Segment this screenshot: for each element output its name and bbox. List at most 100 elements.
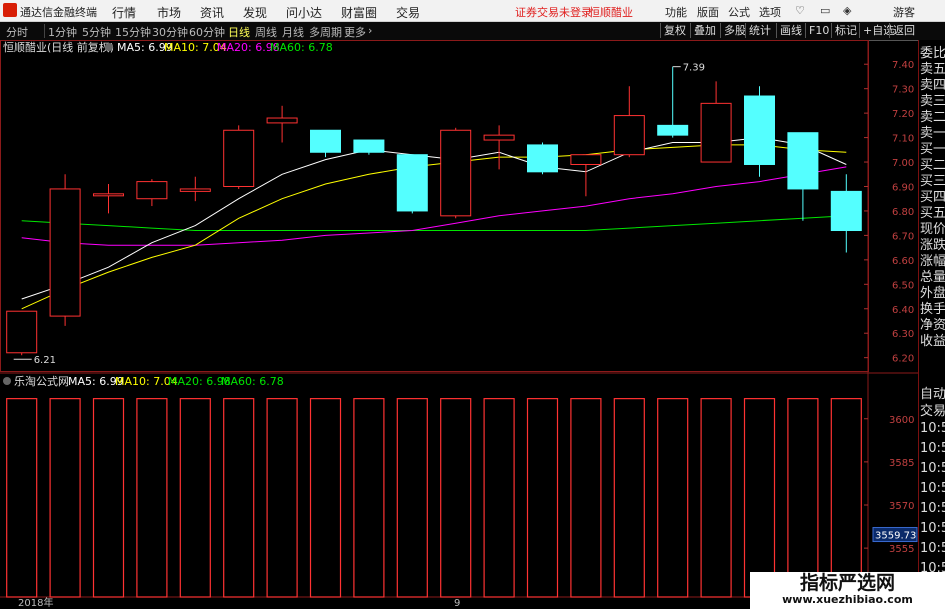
draw-button[interactable]: 画线 xyxy=(776,23,805,38)
menu-gongshi[interactable]: 公式 xyxy=(728,4,750,20)
watermark-url: www.xuezhibiao.com xyxy=(782,593,913,606)
menu-caifuquan[interactable]: 财富圈 xyxy=(341,4,377,21)
quote-label: 卖二 xyxy=(920,110,945,125)
candle-body-up xyxy=(136,181,168,200)
chart-area[interactable]: 7.40 7.30 7.20 7.10 7.00 6.90 6.80 6.70 6.60 6.50… xyxy=(0,40,918,609)
trade-time: 10:59 xyxy=(920,481,945,496)
candle-body-down xyxy=(396,154,428,212)
period-multi[interactable]: 多周期 xyxy=(309,24,342,40)
sub-y-tick-label: 3570 xyxy=(889,501,914,512)
window-icon[interactable]: ▭ xyxy=(820,4,830,17)
sub-ma60-value: MA60: 6.78 xyxy=(221,375,284,388)
period-fenshi[interactable]: 分时 xyxy=(6,24,28,40)
period-1min[interactable]: 1分钟 xyxy=(48,24,77,40)
y-tick-label: 6.80 xyxy=(892,207,914,218)
trade-time: 10:59 xyxy=(920,501,945,516)
candle-body-up xyxy=(223,129,255,187)
y-tick-label: 7.30 xyxy=(892,85,914,96)
period-15min[interactable]: 15分钟 xyxy=(115,24,151,40)
settings-dot-icon[interactable] xyxy=(3,377,11,385)
indicator-bar xyxy=(266,398,298,598)
menu-faxian[interactable]: 发现 xyxy=(243,4,267,21)
quote-label: 买二 xyxy=(920,158,945,173)
menu-wenxiaoda[interactable]: 问小达 xyxy=(286,4,322,21)
quote-label: 卖五 xyxy=(920,62,945,77)
ma20-line xyxy=(21,166,847,246)
indicator-bar xyxy=(700,398,732,598)
indicator-bar xyxy=(353,398,385,598)
trade-time: 10:59 xyxy=(920,461,945,476)
current-value-label: 3559.73 xyxy=(875,531,916,542)
watermark: 指标严选网 www.xuezhibiao.com xyxy=(750,572,945,609)
sub-y-tick-label: 3600 xyxy=(889,415,914,426)
menu-banmian[interactable]: 版面 xyxy=(697,4,719,20)
mark-button[interactable]: 标记 xyxy=(831,23,860,38)
y-tick-label: 6.20 xyxy=(892,354,914,365)
quote-label: 卖四 xyxy=(920,78,945,93)
candle-body-up xyxy=(266,117,298,124)
y-tick-label: 6.30 xyxy=(892,329,914,340)
candle-body-down xyxy=(744,95,775,165)
period-daily[interactable]: 日线 xyxy=(228,24,250,40)
period-30min[interactable]: 30分钟 xyxy=(152,24,188,40)
menu-jiaoyi[interactable]: 交易 xyxy=(396,4,420,21)
back-button[interactable]: 返回 xyxy=(889,23,918,38)
y-tick-label: 6.40 xyxy=(892,305,914,316)
menu-hangqing[interactable]: 行情 xyxy=(112,4,136,21)
trade-time: 10:59 xyxy=(920,521,945,536)
separator xyxy=(44,24,45,38)
quote-side-panel: 委比 卖五 卖四 卖三 卖二 卖一 买一 买二 买三 买四 买五 现价 涨跌 涨幅 总量 外盘 换手 净资 收益 自动… xyxy=(918,40,945,609)
indicator-bar xyxy=(136,398,168,598)
indicator-bar xyxy=(179,398,211,598)
trade-time: 10:59 xyxy=(920,421,945,436)
low-price-label: 6.21 xyxy=(34,355,56,366)
settings-dot-icon[interactable] xyxy=(105,43,113,51)
quote-label: 换手 xyxy=(920,302,945,317)
trade-login-warning[interactable]: 证券交易未登录 xyxy=(515,4,592,20)
stats-button[interactable]: 统计 xyxy=(745,23,774,38)
period-monthly[interactable]: 月线 xyxy=(282,24,304,40)
quote-label: 买五 xyxy=(920,206,945,221)
indicator-bar xyxy=(830,398,862,598)
quote-label: 净资 xyxy=(920,318,945,333)
overlay-button[interactable]: 叠加 xyxy=(690,23,719,38)
fuquan-button[interactable]: 复权 xyxy=(660,23,689,38)
quote-label: 委比 xyxy=(920,46,945,61)
sub-chart-title: 乐淘公式网 xyxy=(14,375,69,388)
period-60min[interactable]: 60分钟 xyxy=(189,24,225,40)
quote-label: 买三 xyxy=(920,174,945,189)
auto-label: 自动 xyxy=(920,387,945,402)
candle-body-down xyxy=(310,129,341,153)
quote-label: 现价 xyxy=(920,222,945,237)
indicator-bar xyxy=(613,398,645,598)
indicator-bar xyxy=(6,398,38,598)
title-bar: 通达信金融终端 行情 市场 资讯 发现 问小达 财富圈 交易 证券交易未登录 恒… xyxy=(0,0,945,22)
period-weekly[interactable]: 周线 xyxy=(255,24,277,40)
quote-label: 买四 xyxy=(920,190,945,205)
candle-body-up xyxy=(483,134,515,141)
indicator-bar xyxy=(440,398,472,598)
candle-body-up xyxy=(93,193,124,197)
candle-body-up xyxy=(570,154,602,165)
menu-shichang[interactable]: 市场 xyxy=(157,4,181,21)
skin-icon[interactable]: ◈ xyxy=(843,4,851,17)
quote-label: 外盘 xyxy=(920,286,945,301)
candle-body-down xyxy=(830,190,862,232)
period-more[interactable]: 更多 xyxy=(344,24,366,40)
menu-zixun[interactable]: 资讯 xyxy=(200,4,224,21)
indicator-bar xyxy=(657,398,689,598)
menu-gongneng[interactable]: 功能 xyxy=(665,4,687,20)
menu-xuanxiang[interactable]: 选项 xyxy=(759,4,781,20)
y-tick-label: 7.00 xyxy=(892,158,914,169)
app-logo-icon xyxy=(3,3,17,17)
service-icon[interactable]: ♡ xyxy=(795,4,805,17)
indicator-bar xyxy=(483,398,515,598)
period-5min[interactable]: 5分钟 xyxy=(82,24,111,40)
current-stock-name: 恒顺醋业 xyxy=(589,6,633,19)
high-price-label: 7.39 xyxy=(683,63,705,74)
f10-button[interactable]: F10 xyxy=(805,23,832,38)
guest-user[interactable]: 游客 xyxy=(893,4,915,20)
watermark-title: 指标严选网 xyxy=(799,572,895,594)
chevron-right-icon[interactable]: › xyxy=(368,24,372,37)
candle-body-down xyxy=(353,139,385,153)
